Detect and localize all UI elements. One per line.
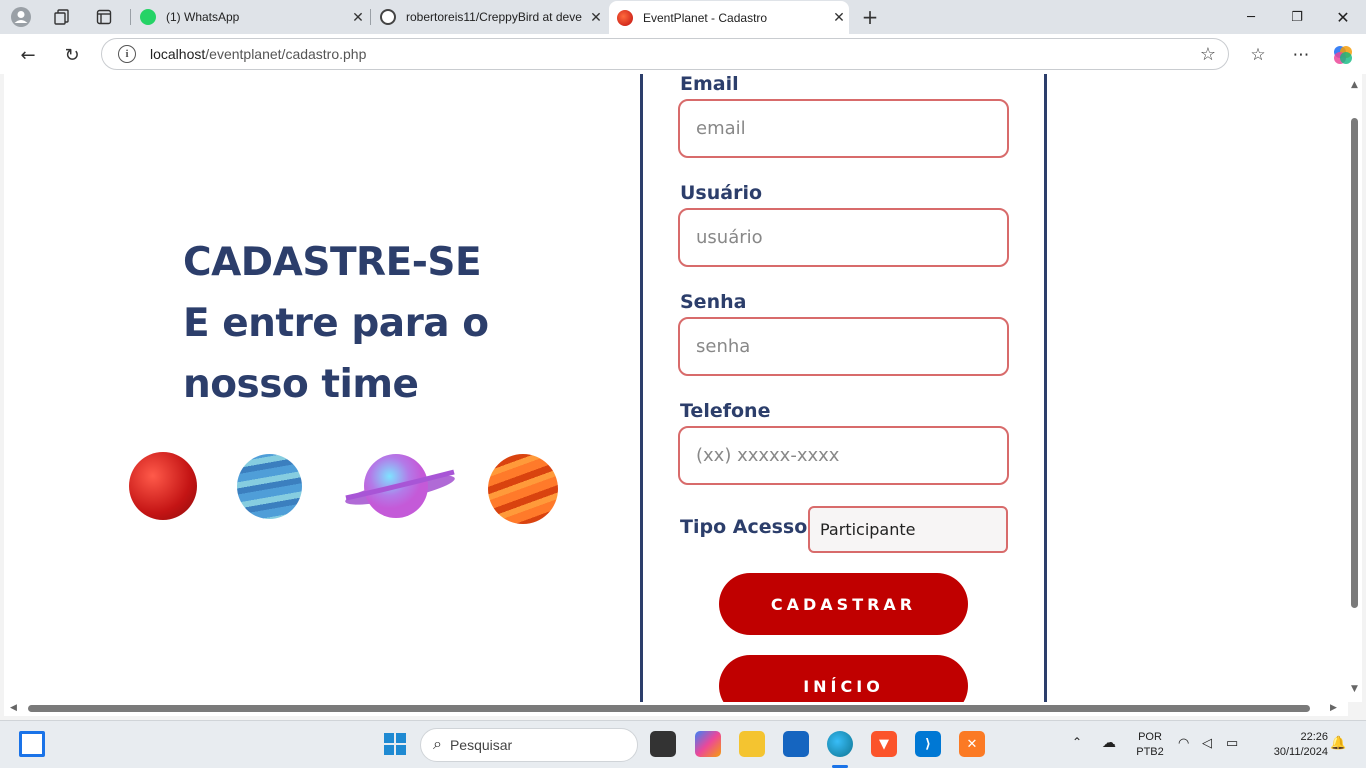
password-label: Senha <box>680 291 747 313</box>
file-explorer-icon[interactable] <box>739 731 765 757</box>
close-window-icon[interactable]: ✕ <box>1328 4 1358 30</box>
hero-line-2: E entre para o <box>183 301 489 346</box>
volume-icon[interactable]: ◁ <box>1202 735 1212 750</box>
access-type-value: Participante <box>820 520 916 539</box>
password-field[interactable] <box>678 317 1009 376</box>
page-content: CADASTRE-SE E entre para o nosso time Em… <box>4 74 1348 702</box>
email-field[interactable] <box>678 99 1009 158</box>
hero-line-1: CADASTRE-SE <box>183 240 482 285</box>
phone-field[interactable] <box>678 426 1009 485</box>
onedrive-icon[interactable]: ☁ <box>1102 735 1116 750</box>
url-host: localhost <box>150 46 206 62</box>
wifi-icon[interactable]: ◠ <box>1178 735 1189 750</box>
task-view-icon[interactable] <box>650 731 676 757</box>
tab-actions-icon[interactable] <box>93 6 115 28</box>
home-button[interactable]: INÍCIO <box>719 655 968 702</box>
widgets-icon[interactable] <box>19 731 45 757</box>
blue-planet-icon <box>237 454 302 519</box>
purple-ringed-planet-icon <box>345 454 455 518</box>
tab-title: EventPlanet - Cadastro <box>643 10 768 25</box>
horizontal-scroll-thumb[interactable] <box>28 705 1310 712</box>
tab-eventplanet[interactable]: EventPlanet - Cadastro ✕ <box>609 1 849 34</box>
form-border-left <box>640 74 643 702</box>
tab-whatsapp[interactable]: (1) WhatsApp ✕ <box>132 2 368 32</box>
minimize-icon[interactable]: ─ <box>1236 4 1266 30</box>
red-planet-icon <box>129 452 197 520</box>
whatsapp-icon <box>140 9 156 25</box>
refresh-icon[interactable]: ↻ <box>59 42 85 68</box>
back-icon[interactable]: ← <box>15 42 41 68</box>
tab-title: (1) WhatsApp <box>166 10 240 24</box>
favorites-icon[interactable]: ☆ <box>1245 42 1271 68</box>
taskbar: ⌕ Pesquisar ▼ ⟩ ✕ ⌃ ☁ POR PTB2 ◠ ◁ ▭ 22:… <box>0 720 1366 768</box>
search-placeholder: Pesquisar <box>449 737 513 753</box>
profile-icon[interactable] <box>10 6 32 28</box>
site-info-icon[interactable]: i <box>118 45 136 63</box>
show-hidden-icons[interactable]: ⌃ <box>1072 735 1082 750</box>
url-text[interactable]: localhost/eventplanet/cadastro.php <box>150 46 366 62</box>
hero-line-3: nosso time <box>183 362 419 407</box>
vscode-icon[interactable]: ⟩ <box>915 731 941 757</box>
search-icon: ⌕ <box>433 736 442 753</box>
more-menu-icon[interactable]: ⋯ <box>1288 42 1314 68</box>
horizontal-scrollbar[interactable]: ◀ ▶ <box>4 702 1348 716</box>
taskbar-search[interactable]: ⌕ Pesquisar <box>420 728 638 762</box>
keyboard-layout: PTB2 <box>1136 746 1164 758</box>
brave-icon[interactable]: ▼ <box>871 731 897 757</box>
access-type-label: Tipo Acesso: <box>680 516 815 538</box>
clock-time: 22:26 <box>1300 731 1328 743</box>
email-label: Email <box>680 74 739 95</box>
form-border-right <box>1044 74 1047 702</box>
register-button[interactable]: CADASTRAR <box>719 573 968 635</box>
new-tab-icon[interactable]: + <box>859 5 881 29</box>
close-tab-icon[interactable]: ✕ <box>586 9 606 26</box>
clock-date: 30/11/2024 <box>1273 746 1328 758</box>
scroll-down-icon[interactable]: ▼ <box>1351 684 1358 694</box>
scroll-right-icon[interactable]: ▶ <box>1330 703 1337 713</box>
address-bar: ← ↻ i localhost/eventplanet/cadastro.php… <box>0 34 1366 74</box>
close-tab-icon[interactable]: ✕ <box>348 9 368 26</box>
close-tab-icon[interactable]: ✕ <box>829 9 849 26</box>
username-label: Usuário <box>680 182 763 204</box>
vertical-scrollbar[interactable]: ▲ ▼ <box>1348 74 1362 702</box>
url-path: /eventplanet/cadastro.php <box>205 46 367 62</box>
hero-heading: CADASTRE-SE E entre para o nosso time <box>183 232 489 415</box>
url-field[interactable]: i localhost/eventplanet/cadastro.php ☆ <box>101 38 1229 70</box>
username-field[interactable] <box>678 208 1009 267</box>
tab-github[interactable]: robertoreis11/CreppyBird at deve ✕ <box>372 2 606 32</box>
start-windows-icon[interactable] <box>382 731 408 757</box>
vertical-scroll-thumb[interactable] <box>1351 118 1358 608</box>
browser-tab-bar: (1) WhatsApp ✕ robertoreis11/CreppyBird … <box>0 0 1366 34</box>
favorite-star-icon[interactable]: ☆ <box>1200 44 1216 65</box>
notifications-bell-icon[interactable]: 🔔 <box>1330 735 1346 750</box>
planet-favicon-icon <box>617 9 633 26</box>
access-type-select[interactable]: Participante <box>808 506 1008 553</box>
scroll-up-icon[interactable]: ▲ <box>1351 80 1358 90</box>
battery-icon[interactable]: ▭ <box>1226 735 1238 750</box>
language-indicator[interactable]: POR PTB2 <box>1134 730 1166 760</box>
tab-title: robertoreis11/CreppyBird at deve <box>406 10 582 24</box>
edge-icon[interactable] <box>827 731 853 757</box>
workspaces-icon[interactable] <box>51 6 73 28</box>
language-code: POR <box>1138 731 1162 743</box>
phone-label: Telefone <box>680 400 771 422</box>
copilot-taskbar-icon[interactable] <box>695 731 721 757</box>
store-icon[interactable] <box>783 731 809 757</box>
orange-planet-icon <box>488 454 558 524</box>
restore-icon[interactable]: ❐ <box>1282 4 1312 30</box>
clock[interactable]: 22:26 30/11/2024 <box>1258 730 1328 760</box>
scroll-left-icon[interactable]: ◀ <box>10 703 17 713</box>
github-icon <box>380 9 396 25</box>
copilot-icon[interactable] <box>1330 42 1356 68</box>
xampp-icon[interactable]: ✕ <box>959 731 985 757</box>
